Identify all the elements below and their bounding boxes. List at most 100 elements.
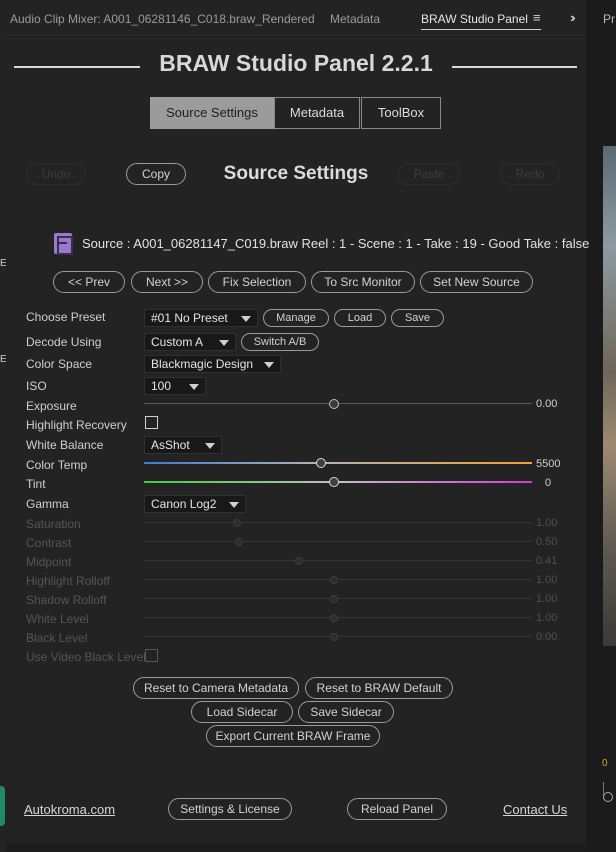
black-level-slider-thumb[interactable] (330, 633, 339, 641)
tab-source-settings[interactable]: Source Settings (150, 97, 274, 129)
exposure-slider-thumb[interactable] (329, 399, 340, 409)
fix-selection-button[interactable]: Fix Selection (208, 271, 306, 293)
tab-braw-studio[interactable]: BRAW Studio Panel (421, 12, 528, 26)
double-chevron-right-icon[interactable]: ›› (570, 10, 575, 25)
next-button[interactable]: Next >> (131, 271, 203, 293)
preset-select-value: #01 No Preset (151, 311, 228, 325)
panel-header: BRAW Studio Panel 2.2.1 (6, 45, 586, 76)
app-window: E E Audio Clip Mixer: A001_06281146_C018… (0, 0, 616, 852)
load-preset-button[interactable]: Load (334, 309, 386, 327)
highlight-rolloff-slider-thumb[interactable] (330, 576, 339, 584)
header-rule-right (452, 66, 577, 68)
exposure-label: Exposure (26, 399, 77, 413)
paste-button[interactable]: Paste (398, 163, 460, 185)
reset-camera-metadata-button[interactable]: Reset to Camera Metadata (133, 677, 299, 699)
chevron-down-icon (205, 443, 215, 449)
load-sidecar-button[interactable]: Load Sidecar (191, 701, 293, 723)
save-sidecar-button[interactable]: Save Sidecar (298, 701, 394, 723)
decode-using-label: Decode Using (26, 335, 102, 349)
contrast-value: 0.50 (536, 536, 558, 548)
midpoint-value: 0.41 (536, 555, 558, 567)
exposure-value: 0.00 (536, 398, 558, 410)
white-level-slider[interactable] (144, 612, 532, 624)
highlight-rolloff-slider[interactable] (144, 574, 532, 586)
gamma-select[interactable]: Canon Log2 (144, 495, 246, 513)
use-video-black-level-checkbox[interactable] (145, 649, 158, 662)
contrast-label: Contrast (26, 536, 72, 550)
decode-using-value: Custom A (151, 335, 204, 349)
settings-license-button[interactable]: Settings & License (168, 798, 292, 820)
contrast-slider-thumb[interactable] (235, 538, 244, 546)
program-monitor-image (603, 146, 616, 646)
reload-panel-button[interactable]: Reload Panel (347, 798, 447, 820)
saturation-value: 1.00 (536, 517, 558, 529)
contrast-slider-track (144, 541, 532, 542)
midpoint-slider-track (144, 560, 532, 561)
iso-value: 100 (151, 379, 172, 393)
color-temp-value: 5500 (536, 458, 561, 470)
neighbor-timecode: 0 (602, 758, 608, 769)
preset-select[interactable]: #01 No Preset (144, 309, 258, 327)
white-level-slider-thumb[interactable] (330, 614, 339, 622)
white-balance-value: AsShot (151, 438, 190, 452)
reset-braw-default-button[interactable]: Reset to BRAW Default (305, 677, 453, 699)
midpoint-slider-thumb[interactable] (295, 557, 304, 565)
white-balance-select[interactable]: AsShot (144, 436, 222, 454)
neighbor-panel-title: Pr (603, 12, 615, 26)
black-level-value: 0.00 (536, 631, 558, 643)
color-space-label: Color Space (26, 357, 93, 371)
switch-ab-button[interactable]: Switch A/B (241, 333, 319, 351)
shadow-rolloff-slider[interactable] (144, 593, 532, 605)
black-level-label: Black Level (26, 631, 88, 645)
playhead-handle[interactable] (603, 792, 613, 802)
tab-metadata-view[interactable]: Metadata (274, 97, 360, 129)
color-temp-slider-track (144, 462, 532, 464)
chevron-down-icon (241, 316, 251, 322)
hamburger-menu-icon[interactable]: ≡ (533, 10, 541, 25)
color-space-value: Blackmagic Design (151, 357, 254, 371)
to-src-monitor-button[interactable]: To Src Monitor (311, 271, 415, 293)
section-title: Source Settings (223, 163, 369, 184)
active-tab-underline (421, 29, 541, 30)
save-preset-button[interactable]: Save (391, 309, 444, 327)
panel-tab-bar: Audio Clip Mixer: A001_06281146_C018.bra… (6, 0, 586, 36)
decode-using-select[interactable]: Custom A (144, 333, 236, 351)
black-level-slider[interactable] (144, 631, 532, 643)
autokroma-link[interactable]: Autokroma.com (24, 802, 115, 817)
saturation-slider-thumb[interactable] (233, 519, 242, 527)
color-temp-slider-thumb[interactable] (315, 458, 326, 468)
braw-studio-panel: BRAW Studio Panel 2.2.1 Source Settings … (6, 37, 589, 843)
prev-button[interactable]: << Prev (53, 271, 125, 293)
midpoint-slider[interactable] (144, 555, 532, 567)
highlight-rolloff-label: Highlight Rolloff (26, 574, 110, 588)
highlight-recovery-checkbox[interactable] (145, 416, 158, 429)
tint-label: Tint (26, 477, 46, 491)
contrast-slider[interactable] (144, 536, 532, 548)
set-new-source-button[interactable]: Set New Source (420, 271, 533, 293)
color-temp-label: Color Temp (26, 458, 88, 472)
manage-preset-button[interactable]: Manage (263, 309, 329, 327)
tab-metadata[interactable]: Metadata (330, 12, 380, 26)
saturation-slider-track (144, 522, 532, 523)
color-space-select[interactable]: Blackmagic Design (144, 355, 281, 373)
export-braw-frame-button[interactable]: Export Current BRAW Frame (206, 725, 380, 747)
white-level-value: 1.00 (536, 612, 558, 624)
chevron-down-icon (264, 362, 274, 368)
exposure-slider[interactable] (144, 398, 532, 410)
redo-button[interactable]: Redo (500, 163, 560, 185)
tab-toolbox[interactable]: ToolBox (361, 97, 441, 129)
highlight-rolloff-value: 1.00 (536, 574, 558, 586)
left-edge-accent (0, 786, 5, 826)
saturation-slider[interactable] (144, 517, 532, 529)
shadow-rolloff-slider-thumb[interactable] (330, 595, 339, 603)
tint-slider-thumb[interactable] (329, 477, 340, 487)
tint-slider[interactable] (144, 476, 532, 488)
color-temp-slider[interactable] (144, 457, 532, 469)
iso-select[interactable]: 100 (144, 377, 206, 395)
chevron-down-icon (219, 340, 229, 346)
midpoint-label: Midpoint (26, 555, 72, 569)
contact-us-link[interactable]: Contact Us (503, 802, 567, 817)
tab-audio-clip-mixer[interactable]: Audio Clip Mixer: A001_06281146_C018.bra… (10, 12, 315, 26)
film-clip-icon (54, 233, 73, 255)
shadow-rolloff-value: 1.00 (536, 593, 558, 605)
